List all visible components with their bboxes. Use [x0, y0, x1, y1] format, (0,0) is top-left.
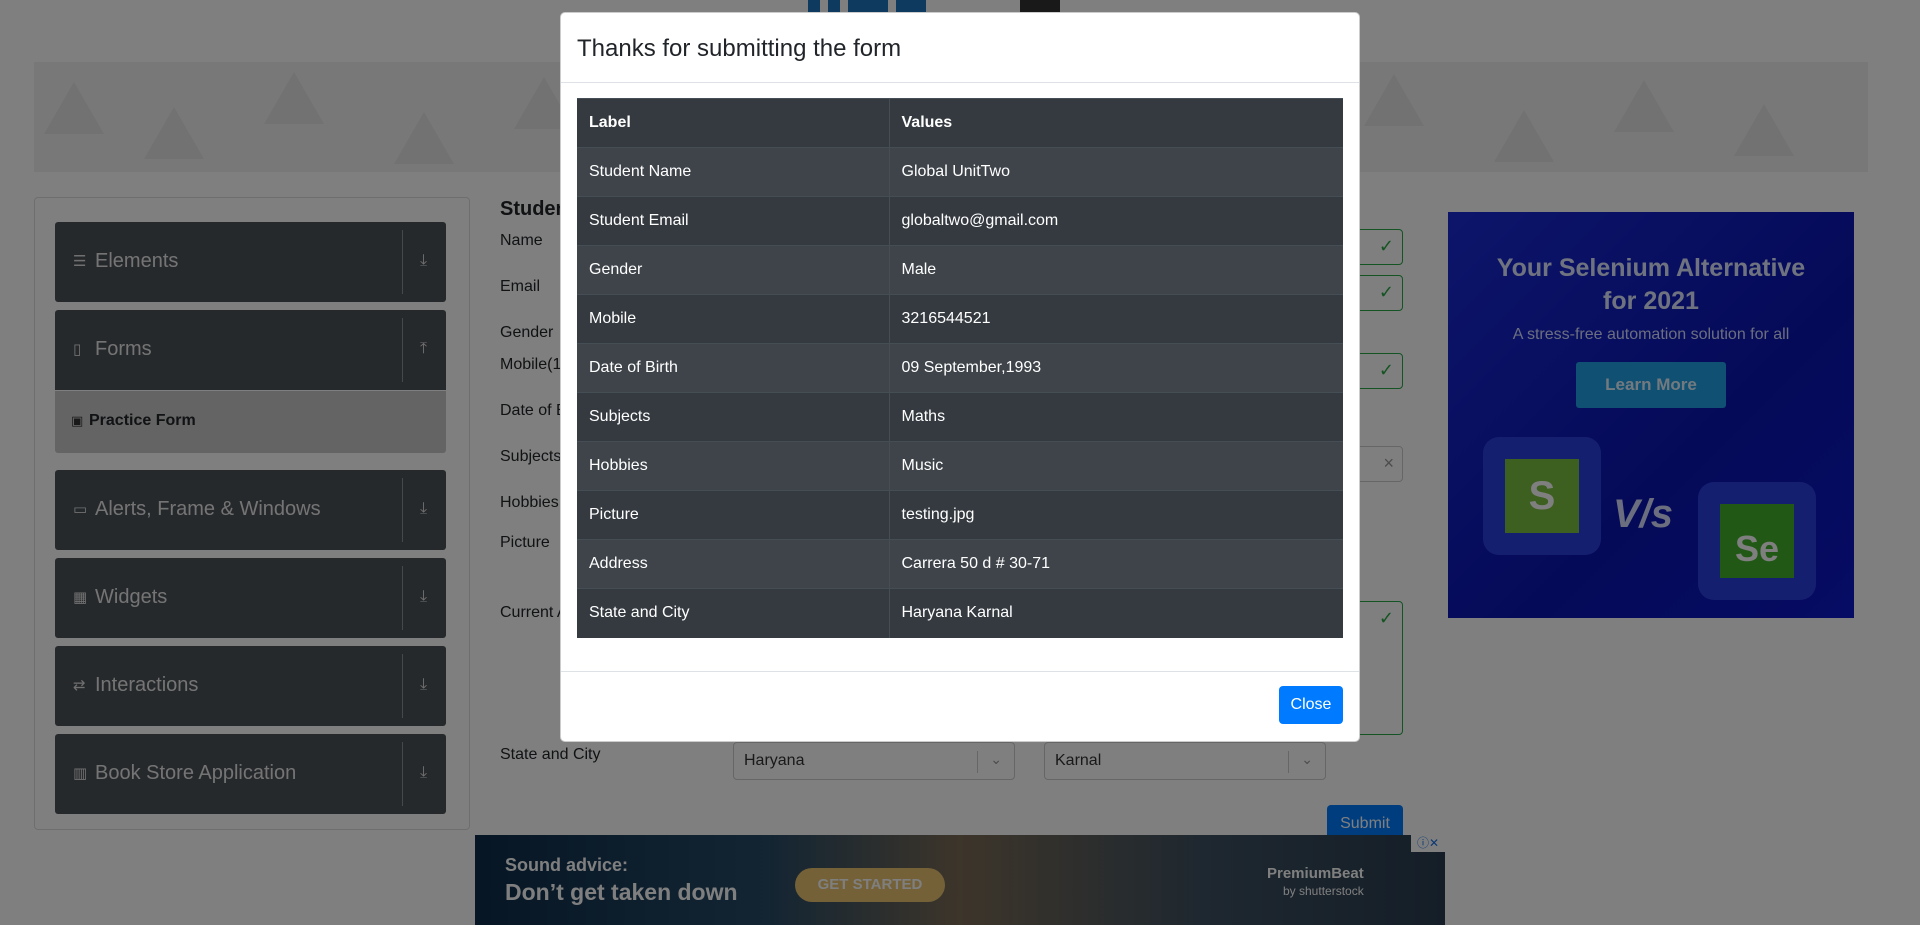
table-row: Gender Male [577, 245, 1343, 295]
row-value: Male [889, 245, 1343, 295]
column-header-label: Label [577, 98, 890, 148]
submission-modal: Thanks for submitting the form Label Val… [560, 12, 1360, 742]
row-value: Global UnitTwo [889, 147, 1343, 197]
table-row: Picture testing.jpg [577, 490, 1343, 540]
row-label: Address [577, 539, 890, 589]
table-row: Mobile 3216544521 [577, 294, 1343, 344]
table-row: Hobbies Music [577, 441, 1343, 491]
column-header-values: Values [889, 98, 1343, 148]
table-row: Subjects Maths [577, 392, 1343, 442]
table-header-row: Label Values [577, 98, 1343, 148]
row-value: testing.jpg [889, 490, 1343, 540]
row-label: State and City [577, 588, 890, 638]
row-label: Student Name [577, 147, 890, 197]
row-label: Student Email [577, 196, 890, 246]
row-label: Picture [577, 490, 890, 540]
row-value: Carrera 50 d # 30-71 [889, 539, 1343, 589]
table-row: Date of Birth 09 September,1993 [577, 343, 1343, 393]
results-table: Label Values Student Name Global UnitTwo … [577, 98, 1343, 638]
row-label: Hobbies [577, 441, 890, 491]
close-button[interactable]: Close [1279, 686, 1343, 724]
row-value: Music [889, 441, 1343, 491]
modal-header: Thanks for submitting the form [561, 13, 1359, 83]
modal-title: Thanks for submitting the form [577, 35, 902, 62]
row-value: globaltwo@gmail.com [889, 196, 1343, 246]
row-label: Gender [577, 245, 890, 295]
table-row: Address Carrera 50 d # 30-71 [577, 539, 1343, 589]
table-row: Student Email globaltwo@gmail.com [577, 196, 1343, 246]
row-value: Maths [889, 392, 1343, 442]
row-label: Mobile [577, 294, 890, 344]
row-value: Haryana Karnal [889, 588, 1343, 638]
modal-footer: Close [561, 671, 1359, 741]
table-row: State and City Haryana Karnal [577, 588, 1343, 638]
row-label: Date of Birth [577, 343, 890, 393]
row-label: Subjects [577, 392, 890, 442]
row-value: 3216544521 [889, 294, 1343, 344]
table-row: Student Name Global UnitTwo [577, 147, 1343, 197]
row-value: 09 September,1993 [889, 343, 1343, 393]
